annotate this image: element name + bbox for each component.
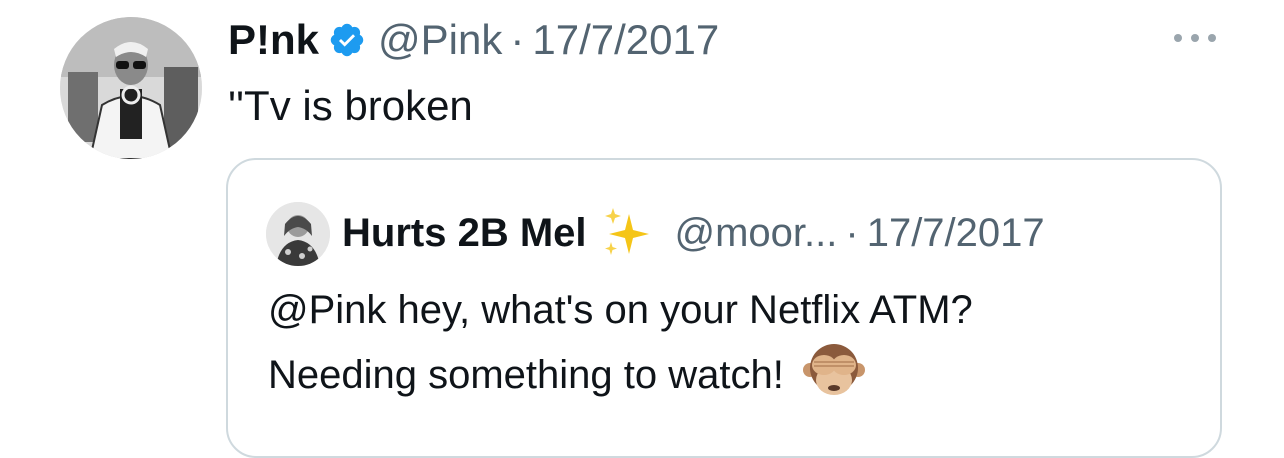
- quoted-text-line-1: @Pink hey, what's on your Netflix ATM?: [268, 288, 973, 332]
- author-avatar[interactable]: [60, 17, 202, 159]
- author-handle[interactable]: @Pink: [378, 16, 502, 64]
- quoted-tweet-date[interactable]: 17/7/2017: [867, 211, 1045, 256]
- quoted-avatar-image: [266, 202, 330, 266]
- quoted-text-line-2-row: Needing something to watch!: [268, 338, 973, 403]
- quoted-header-separator: ·: [845, 210, 859, 255]
- sparkles-icon: [604, 208, 649, 255]
- more-options-button[interactable]: [1170, 28, 1220, 48]
- quoted-tweet-card[interactable]: Hurts 2B Mel @moor... · 17/7/2017 @Pink …: [226, 158, 1222, 458]
- quoted-author-display-name[interactable]: Hurts 2B Mel: [342, 211, 587, 256]
- verified-badge-icon: [330, 23, 364, 57]
- quoted-author-handle[interactable]: @moor...: [675, 211, 838, 256]
- see-no-evil-monkey-icon: [802, 344, 865, 395]
- quoted-tweet-header: Hurts 2B Mel @moor... · 17/7/2017: [342, 204, 1045, 262]
- tweet-date[interactable]: 17/7/2017: [532, 16, 719, 64]
- header-separator: ·: [510, 16, 525, 63]
- quoted-author-avatar[interactable]: [266, 202, 330, 266]
- tweet-text: ''Tv is broken: [228, 82, 473, 129]
- quoted-tweet-text: @Pink hey, what's on your Netflix ATM? N…: [268, 282, 973, 403]
- author-avatar-image: [60, 17, 202, 159]
- tweet-header: P!nk @Pink · 17/7/2017: [228, 12, 719, 68]
- quoted-text-line-2: Needing something to watch!: [268, 353, 784, 397]
- more-horizontal-icon: [1174, 34, 1216, 42]
- author-display-name[interactable]: P!nk: [228, 16, 319, 64]
